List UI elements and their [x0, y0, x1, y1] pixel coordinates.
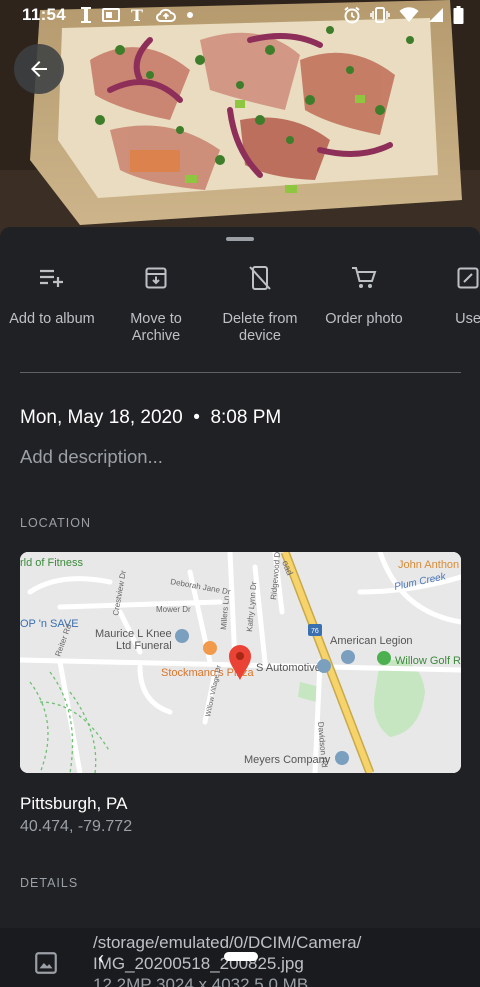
home-pill[interactable] [224, 952, 258, 961]
map-label-john: John Anthon [398, 559, 459, 571]
nytimes-icon: T [131, 6, 143, 24]
map-label-golf: Willow Golf R [395, 655, 461, 667]
photo-viewer[interactable] [0, 0, 480, 245]
cart-icon [352, 267, 377, 288]
arrow-back-icon [31, 61, 47, 77]
description-input[interactable]: Add description... [20, 446, 163, 468]
instapaper-icon [81, 7, 92, 23]
delete-from-device-button[interactable]: Delete from device [208, 261, 312, 345]
system-icons [343, 6, 464, 24]
use-as-button[interactable]: Use [416, 261, 480, 345]
image-icon [35, 952, 57, 974]
delete-from-device-label: Delete from device [222, 311, 298, 344]
order-photo-label: Order photo [325, 311, 403, 327]
move-to-archive-button[interactable]: Move to Archive [104, 261, 208, 345]
location-coords: 40.474, -79.772 [20, 818, 133, 835]
vibrate-icon [370, 7, 390, 23]
notification-icons: T [80, 6, 194, 24]
map-label-funeral: Ltd Funeral [116, 640, 172, 652]
use-as-label: Use [455, 311, 480, 327]
date-time[interactable]: Mon, May 18, 2020 • 8:08 PM [20, 407, 281, 429]
details-section-label: DETAILS [20, 876, 79, 890]
photo-info-screen: 11:54 T Add to album Move to Archive Del… [0, 0, 480, 987]
golf-marker-icon [377, 651, 391, 665]
move-to-archive-label: Move to Archive [130, 311, 182, 344]
battery-icon [453, 6, 464, 24]
archive-icon [145, 267, 167, 289]
add-to-album-label: Add to album [9, 311, 95, 327]
delete-from-device-icon [249, 266, 271, 290]
nav-back-button[interactable]: ‹ [98, 948, 104, 969]
action-row: Add to album Move to Archive Delete from… [0, 261, 480, 345]
map-place-marker-icon [341, 650, 355, 664]
map-image: rld of Fitness John Anthon Deborah Jane … [20, 552, 461, 773]
map-label-route: 76 [311, 628, 319, 635]
back-button[interactable] [14, 44, 64, 94]
alarm-icon [344, 6, 360, 24]
divider [20, 372, 461, 373]
file-meta: 12.2MP 3024 x 4032 5.0 MB [93, 975, 309, 987]
location-map[interactable]: rld of Fitness John Anthon Deborah Jane … [20, 552, 461, 773]
map-label-mower: Mower Dr [156, 605, 191, 614]
dot-icon [187, 12, 194, 18]
pizza-photo [0, 0, 480, 245]
map-label-automotive: S Automotive [256, 662, 321, 674]
photo-date: Mon, May 18, 2020 [20, 407, 183, 428]
map-label-legion: American Legion [330, 635, 413, 647]
order-photo-button[interactable]: Order photo [312, 261, 416, 345]
map-label-maurice: Maurice L Knee [95, 628, 172, 640]
photo-time: 8:08 PM [210, 407, 282, 428]
location-section-label: LOCATION [20, 516, 91, 530]
wifi-icon [399, 7, 419, 22]
playlist-add-icon [40, 269, 63, 287]
map-place-marker-icon [317, 659, 331, 673]
add-to-album-button[interactable]: Add to album [0, 261, 104, 345]
cloud-upload-icon [156, 8, 177, 22]
map-place-marker-icon [335, 751, 349, 765]
edit-icon [457, 267, 479, 289]
svg-text:T: T [131, 6, 143, 24]
drag-handle[interactable] [226, 237, 254, 241]
news-icon [102, 8, 121, 22]
map-label-meyers: Meyers Company [244, 754, 331, 766]
location-place: Pittsburgh, PA [20, 794, 128, 813]
restaurant-marker-icon [203, 641, 217, 655]
map-place-marker-icon [175, 629, 189, 643]
map-label-fitness: rld of Fitness [20, 557, 83, 569]
status-bar: 11:54 T [0, 0, 480, 30]
info-sheet: Add to album Move to Archive Delete from… [0, 227, 480, 987]
status-time: 11:54 [22, 5, 67, 24]
signal-icon [429, 8, 443, 22]
file-directory: /storage/emulated/0/DCIM/Camera/ [93, 933, 362, 952]
